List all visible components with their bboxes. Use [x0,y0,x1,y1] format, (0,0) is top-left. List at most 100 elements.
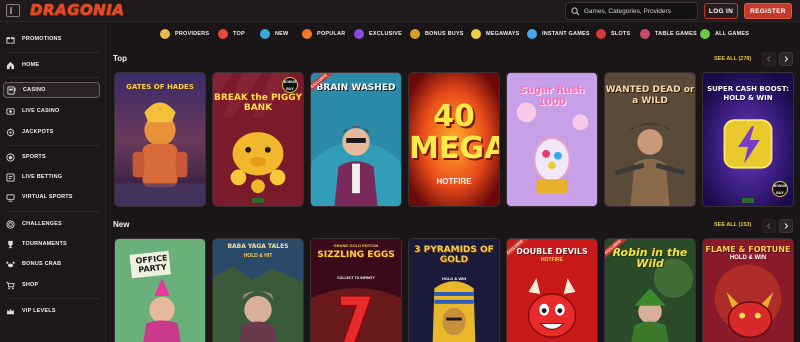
sidebar-item-promotions[interactable]: PROMOTIONS [6,32,100,46]
game-card[interactable]: GATES OF HADES [114,72,206,207]
category-label: TOP [233,31,245,37]
new-next-button[interactable] [779,219,793,233]
category-label: POPULAR [317,31,346,37]
game-card[interactable]: SUPER CASH BOOST: HOLD & WIN BONUS BUY [702,72,794,207]
sidebar-item-tournaments[interactable]: TOURNAMENTS [6,237,100,251]
target-icon [6,219,15,229]
top-next-button[interactable] [779,52,793,66]
sidebar-item-vip-levels[interactable]: VIP LEVELS [6,304,100,318]
category-instant-games[interactable]: INSTANT GAMES [527,28,590,40]
divider [6,298,100,299]
chevron-left-icon [766,223,771,229]
game-card[interactable]: 40 MEGA HOTFIRE [408,72,500,207]
sidebar-item-shop[interactable]: SHOP [6,278,100,292]
sidebar-item-label: VIRTUAL SPORTS [22,194,73,200]
home-icon [6,61,15,70]
category-all-games[interactable]: ALL GAMES [700,28,749,40]
provider-badge [742,198,754,203]
category-slots[interactable]: SLOTS [596,28,630,40]
category-table-games[interactable]: TABLE GAMES [640,28,697,40]
chevron-right-icon [784,223,789,229]
game-card[interactable]: GRAND GOLD EDITION SIZZLING EGGS COLLECT… [310,238,402,342]
category-bonus-buys[interactable]: BONUS BUYS [410,28,464,40]
category-new[interactable]: NEW [260,28,288,40]
sidebar-item-live-betting[interactable]: LIVE BETTING [6,170,100,184]
sidebar-item-casino[interactable]: CASINO [3,82,100,98]
divider [6,77,100,78]
sidebar-item-sports[interactable]: SPORTS [6,150,100,164]
see-all-top-link[interactable]: SEE ALL (278) [714,56,751,62]
sidebar-item-label: HOME [22,62,40,68]
category-label: MEGAWAYS [486,31,520,37]
sidebar-item-live-casino[interactable]: LIVE CASINO [6,104,100,118]
game-card[interactable]: BRAIN WASHED EXCLUSIVE [310,72,402,207]
sidebar-item-home[interactable]: HOME [6,58,100,72]
sidebar-item-virtual-sports[interactable]: VIRTUAL SPORTS [6,190,100,204]
sidebar-item-bonus-crab[interactable]: BONUS CRAB [6,257,100,271]
game-subtitle: HOTFIRE [541,257,563,263]
category-popular[interactable]: POPULAR [302,28,345,40]
live-betting-icon [6,172,15,182]
game-card[interactable]: FLAME & FORTUNE HOLD & WIN [702,238,794,342]
crab-icon [6,260,15,269]
instant-games-icon [527,29,537,39]
sidebar-item-jackpots[interactable]: JACKPOTS [6,125,100,139]
game-tag: GRAND GOLD EDITION [333,243,379,248]
category-label: ALL GAMES [715,31,750,37]
logo[interactable]: DRAGONIA [30,1,124,19]
game-card[interactable]: OFFICE PARTY [114,238,206,342]
game-title: Sugar Rush 1000 [519,85,585,108]
see-all-new-link[interactable]: SEE ALL (153) [714,222,751,228]
category-label: BONUS BUYS [425,31,464,37]
game-card[interactable]: WANTED DEAD or a WILD [604,72,696,207]
providers-icon [160,29,170,39]
game-title: SUPER CASH BOOST: HOLD & WIN [707,85,789,102]
category-exclusive[interactable]: EXCLUSIVE [354,28,402,40]
provider-badge [252,198,264,203]
cart-icon [6,281,15,290]
trophy-icon [6,240,15,249]
login-button[interactable]: LOG IN [704,3,738,19]
sidebar-toggle-icon[interactable] [6,4,20,17]
exclusive-icon [354,29,364,39]
category-megaways[interactable]: MEGAWAYS [471,28,520,40]
sidebar-item-label: PROMOTIONS [22,36,62,42]
new-prev-button[interactable] [762,219,776,233]
top-prev-button[interactable] [762,52,776,66]
game-title: DOUBLE DEVILS [516,247,588,256]
gift-icon [6,35,15,44]
search-box[interactable] [565,2,698,20]
game-subtitle: COLLECT TO INFINITY [337,276,375,280]
category-label: INSTANT GAMES [542,31,590,37]
game-card[interactable]: BREAK the PIGGY BANK BONUS BUY [212,72,304,207]
virtual-sports-icon [6,193,15,202]
category-label: PROVIDERS [175,31,210,37]
game-card[interactable]: Sugar Rush 1000 [506,72,598,207]
game-subtitle: HOTFIRE [436,177,472,186]
category-bar: PROVIDERS TOP NEW POPULAR EXCLUSIVE BONU… [106,22,800,46]
game-card[interactable]: BABA YAGA TALES HOLD & HIT [212,238,304,342]
bonus-buy-badge: BONUS BUY [282,77,298,93]
game-title: WANTED DEAD or a WILD [605,85,695,106]
divider [6,211,100,212]
game-subtitle: HOLD & WIN [441,276,467,281]
game-title: 3 PYRAMIDS OF GOLD [414,245,494,265]
sidebar: PROMOTIONS HOME CASINO LIVE CASINO JACKP… [0,22,106,342]
sidebar-item-label: LIVE BETTING [22,174,63,180]
game-title: SIZZLING EGGS [317,250,395,260]
search-input[interactable] [583,7,697,15]
register-button[interactable]: REGISTER [744,3,792,19]
sidebar-item-challenges[interactable]: CHALLENGES [6,217,100,231]
game-card[interactable]: DOUBLE DEVILS HOTFIRE EXCLUSIVE [506,238,598,342]
soccer-ball-icon [6,152,15,162]
sidebar-item-label: SHOP [22,282,39,288]
category-top[interactable]: TOP [218,28,245,40]
crown-icon [6,307,15,316]
category-providers[interactable]: PROVIDERS [160,28,209,40]
game-card[interactable]: 3 PYRAMIDS OF GOLD HOLD & WIN [408,238,500,342]
search-icon [571,6,580,15]
game-title: Robin in the Wild [612,246,688,270]
live-casino-icon [6,107,15,116]
section-title-new: New [113,220,130,229]
game-card[interactable]: Robin in the Wild EXCLUSIVE [604,238,696,342]
